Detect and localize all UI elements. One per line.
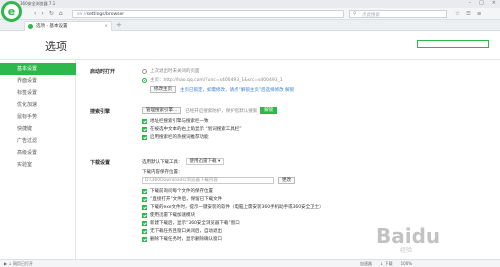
radio-homepage[interactable] [142,77,147,83]
tab-bar: 选项 - 基本设置 × + [0,20,500,31]
manage-search-engines-button[interactable]: 管理搜索引擎... [142,107,182,114]
sidebar-item-shortcuts[interactable]: 快捷键 [0,123,76,135]
download-dir-label-row: 下载内容保存位置： [142,170,183,175]
checkbox[interactable] [142,118,147,124]
search-placeholder: 点此搜索 [362,13,380,18]
settings-search-input[interactable] [417,40,489,48]
download-dir-row: D:\360Downloads\浏览器下载内容 更改 [142,177,295,184]
tab-label: 选项 - 基本设置 [36,24,68,29]
download-checkbox-autoexit[interactable]: 无下载任务且窗口关闭后，自动退出 [142,228,222,234]
zoom-level[interactable]: 100% [401,261,412,267]
sidebar-item-lab[interactable]: 实验室 [0,159,76,171]
favorite-icon[interactable]: ☆ [455,10,460,18]
browser-logo[interactable]: e [1,1,22,22]
download-dir-input[interactable]: D:\360Downloads\浏览器下载内容 [142,177,274,184]
toolbar-icons: ☆ ☰ ≡ [455,10,481,18]
maximize-icon[interactable]: □ [479,0,484,6]
download-section-label: 下载设置 [90,160,111,166]
checkbox[interactable] [142,134,147,140]
status-bar: ▶ ↓ 网页已打开 加速器 ↓ 下载 100% [0,259,500,267]
download-checkbox-confirm[interactable]: 删除下载任务时，显示删除确认窗口 [142,236,222,242]
search-input[interactable]: ⚲ 点此搜索 [349,10,447,18]
unlock-search-button[interactable]: 解锁 [260,107,278,114]
address-url: se://settings/browser [77,12,125,17]
more-icon[interactable]: ≡ [477,10,482,18]
new-tab-button[interactable]: + [116,21,122,30]
close-window-icon[interactable]: × [492,0,496,6]
checkbox[interactable] [142,204,147,210]
checkbox[interactable] [142,196,147,202]
minimize-icon[interactable]: – [469,0,472,6]
accelerator-button[interactable]: 加速器 [360,261,372,267]
sidebar-item-tabs[interactable]: 标签设置 [0,87,76,99]
status-right: 加速器 ↓ 下载 100% [360,261,412,267]
forward-icon[interactable]: › [41,10,43,18]
tab-settings[interactable]: 选项 - 基本设置 × [24,21,112,31]
page-header: 选项 [0,31,500,60]
download-checkbox-window[interactable]: 新建下载后，显示“360安全浏览器下载”窗口 [142,220,240,226]
search-section-label: 搜索引擎 [90,109,111,115]
page-title: 选项 [45,40,67,53]
download-tool-select[interactable]: 使用迅雷下载 ▾ [185,158,225,165]
baidu-watermark: Baidu 经验 [376,224,441,254]
change-dir-button[interactable]: 更改 [278,177,295,184]
window-controls: – □ × [469,0,496,6]
startup-option-last-session[interactable]: 上次退出时未关闭的页面 [142,68,200,74]
back-icon[interactable]: ‹ [34,10,36,18]
startup-option-homepage[interactable]: 主页：http://hao.qq.com/?unc=s400493_1&src=… [142,77,283,83]
refresh-icon[interactable]: ↻ [49,10,54,18]
address-bar[interactable]: se://settings/browser [72,10,344,18]
homepage-lock-row: 修改主页 主页已锁定，如需修改，请点 “解锁主页” 后选择修改 解锁 [150,86,294,93]
download-checkbox-ask[interactable]: 下载前询问每个文件的保存位置 [142,188,213,194]
window-title: 360安全浏览器 7.1 [20,1,56,6]
checkbox[interactable] [142,236,147,242]
download-checkbox-thunder[interactable]: 使用迅雷下载加速模块 [142,212,195,218]
startup-section-label: 启动时打开 [90,69,116,75]
search-checkbox-sync[interactable]: 地址栏搜索引擎与搜索栏一致 [142,118,209,124]
radio-last-session[interactable] [142,68,147,74]
title-bar: 360安全浏览器 7.1 – □ × [0,0,500,8]
nav-buttons: ‹ › ↻ ⌂ [34,10,63,18]
navigation-bar: ‹ › ↻ ⌂ se://settings/browser ⚲ 点此搜索 ☆ ☰… [0,8,500,20]
sidebar-item-optimize[interactable]: 优化加速 [0,99,76,111]
sidebar-item-basic[interactable]: 基本设置 [0,63,76,75]
sidebar-item-adblock[interactable]: 广告过滤 [0,135,76,147]
settings-sidebar: 基本设置 界面设置 标签设置 优化加速 鼠标手势 快捷键 广告过滤 高级设置 实… [0,60,76,259]
download-checkbox-exe[interactable]: 下载的exe文件时，提示一键安装的软件（电脑上需安装360手机助手或360安全卫… [142,204,324,210]
sidebar-item-interface[interactable]: 界面设置 [0,75,76,87]
sidebar-item-advanced[interactable]: 高级设置 [0,147,76,159]
tab-favicon-icon [28,24,33,29]
chevron-down-icon: ▾ [217,159,221,164]
checkbox[interactable] [142,212,147,218]
unlock-homepage-link[interactable]: “解锁主页” [239,87,262,93]
checkbox[interactable] [142,228,147,234]
download-checkbox-keep[interactable]: “直接打开”文件后，保留已下载文件 [142,196,222,202]
checkbox[interactable] [142,126,147,132]
download-tool-row: 选用默认下载工具： 使用迅雷下载 ▾ [142,158,225,165]
search-icon: ⚲ [353,11,357,17]
checkbox[interactable] [142,188,147,194]
sidebar-item-gestures[interactable]: 鼠标手势 [0,111,76,123]
download-status-button[interactable]: ↓ 下载 [380,261,393,267]
tab-close-icon[interactable]: × [104,22,108,31]
status-text: ▶ ↓ 网页已打开 [4,261,33,266]
checkbox[interactable] [142,220,147,226]
search-checkbox-toolbar[interactable]: 在被选中文本的右上角显示 “划词搜索工具栏” [142,126,242,132]
change-homepage-button[interactable]: 修改主页 [150,86,176,93]
home-icon[interactable]: ⌂ [59,10,63,18]
search-engine-row: 管理搜索引擎... 已经开启搜索防护，保护您默认搜索 解锁 [142,107,278,114]
menu-icon[interactable]: ☰ [466,10,471,18]
search-checkbox-hotwords[interactable]: 启用搜索栏的热搜词推荐功能 [142,134,209,140]
